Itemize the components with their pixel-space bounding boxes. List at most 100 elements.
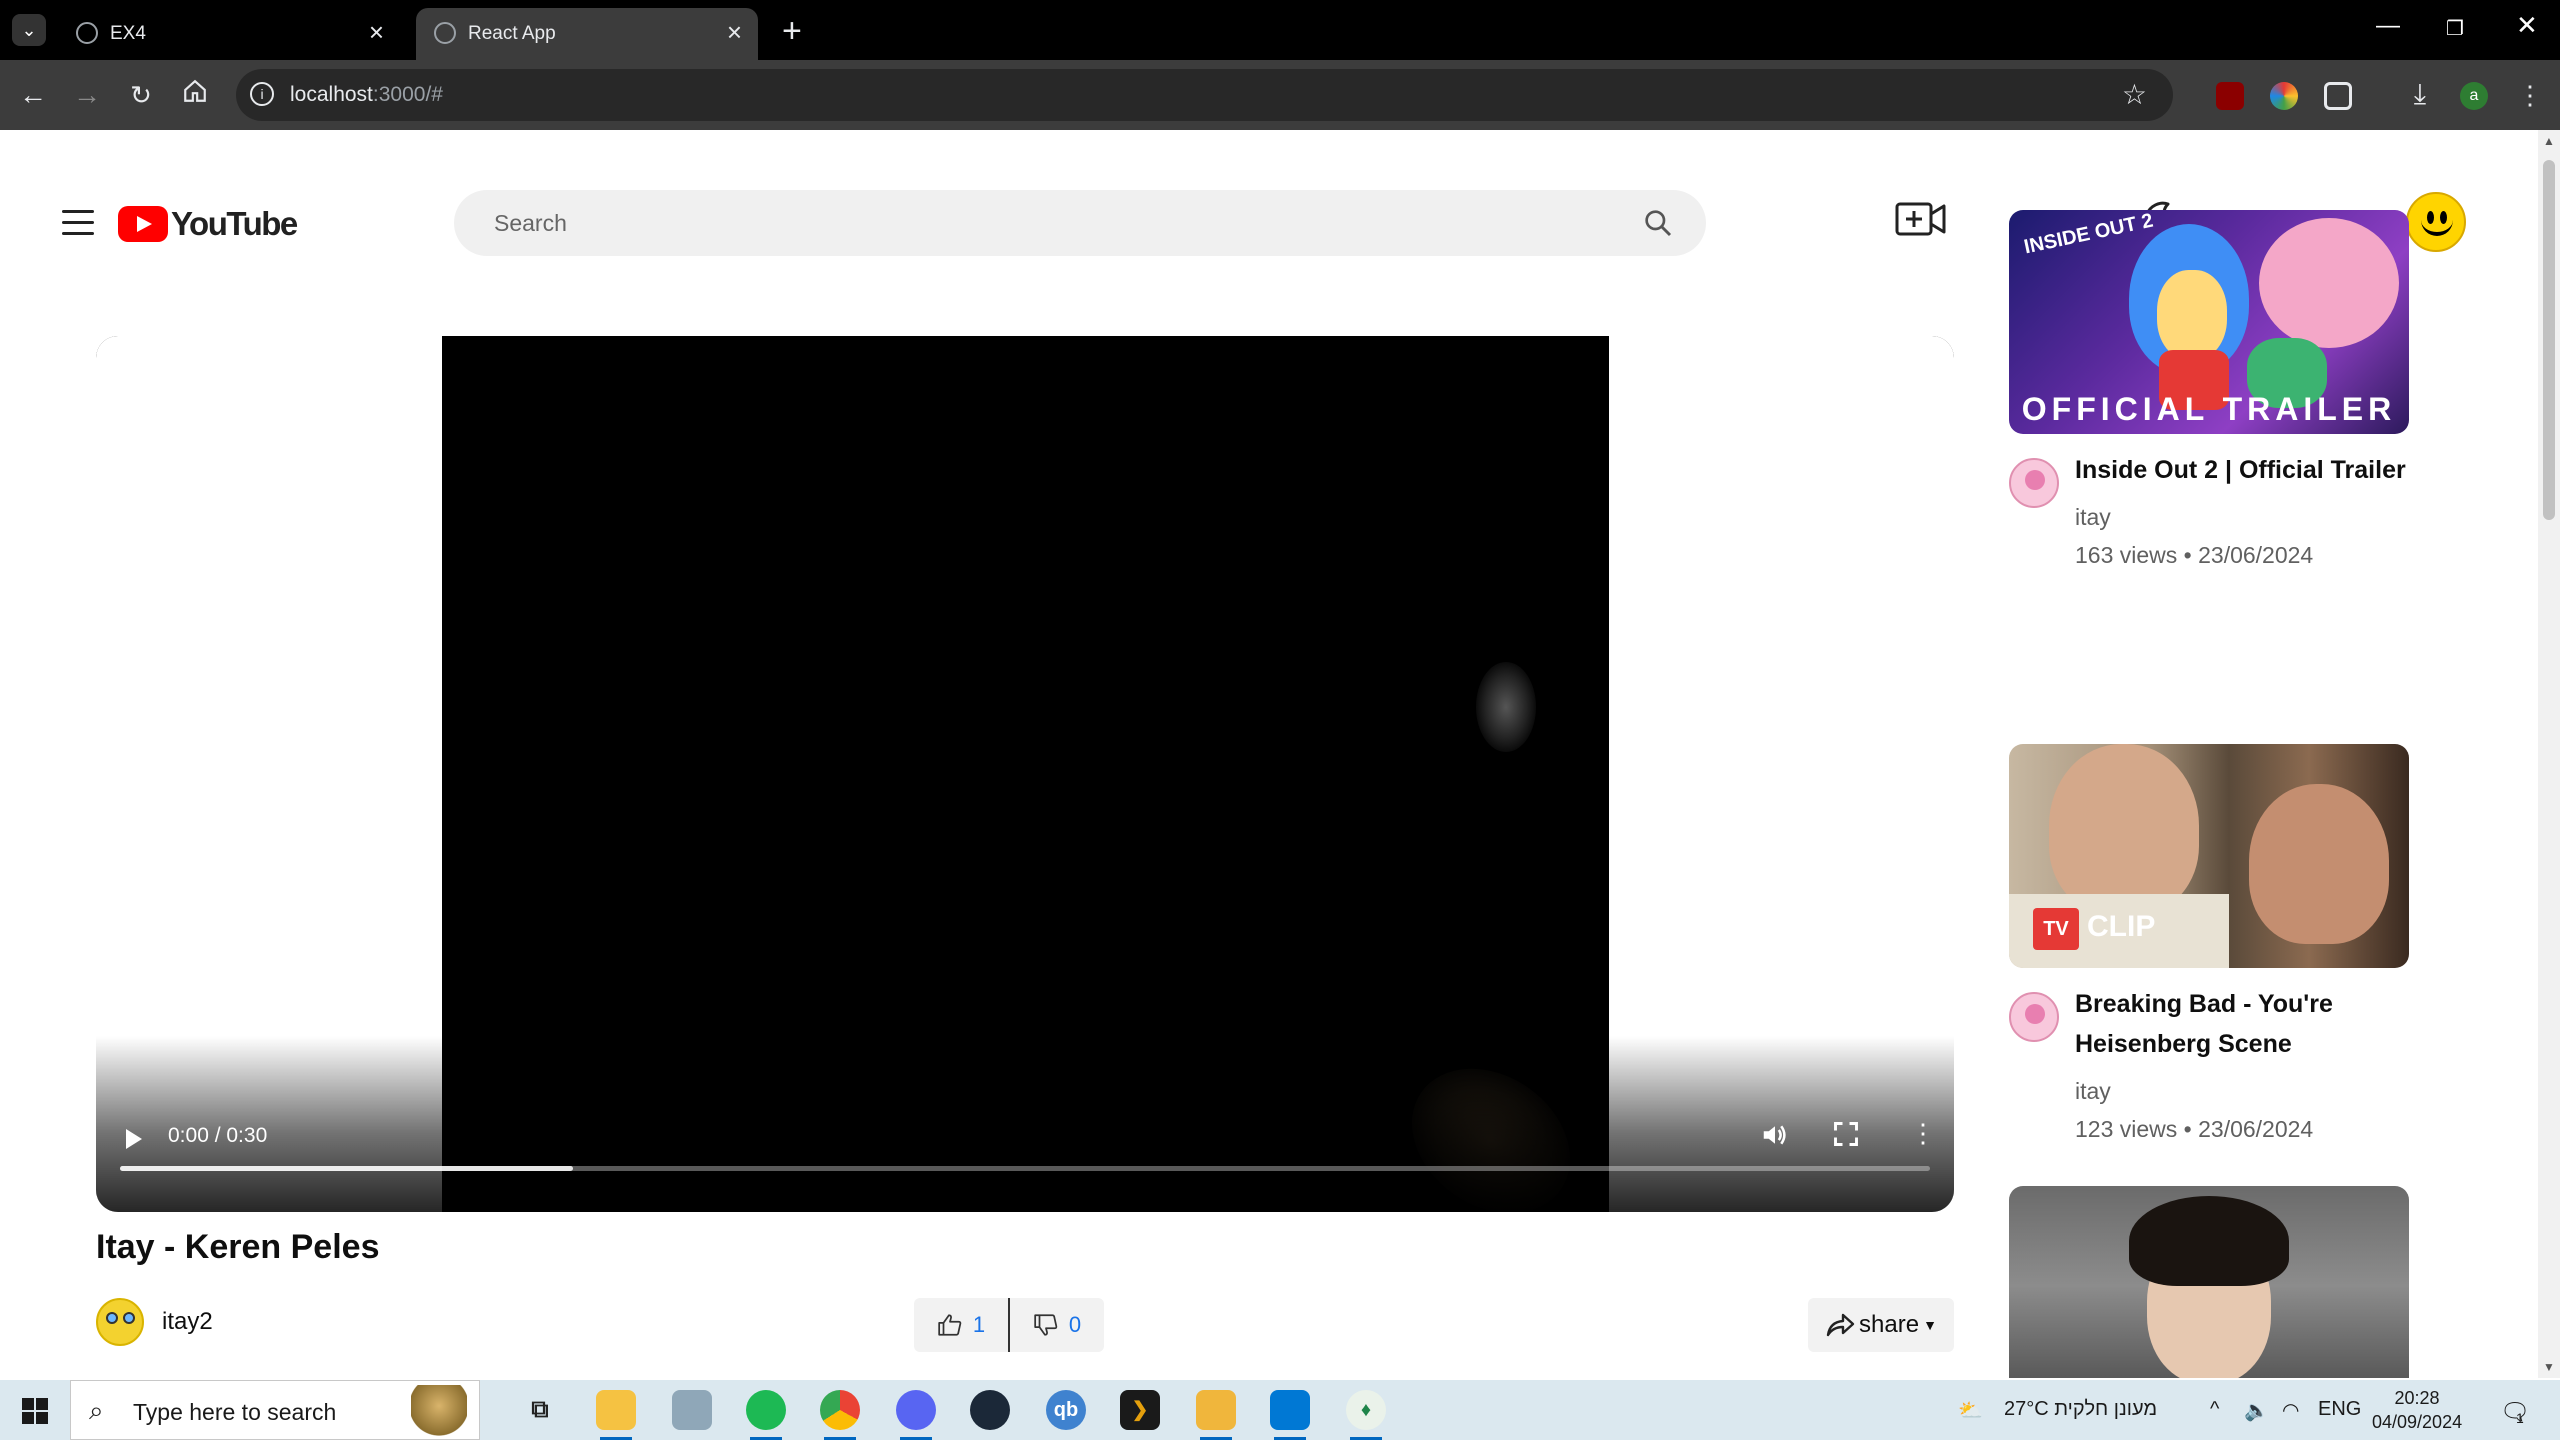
restore-button[interactable]: ❐ [2446,16,2464,41]
video-thumbnail[interactable]: INSIDE OUT 2 OFFICIAL TRAILER [2009,210,2409,434]
weather-icon[interactable]: ⛅ [1958,1398,1983,1423]
steam-icon[interactable] [970,1390,1010,1430]
url-text: localhost:3000/# [290,83,443,106]
fullscreen-icon[interactable] [1832,1120,1860,1148]
vscode-icon[interactable] [1270,1390,1310,1440]
file-explorer-icon[interactable] [596,1390,636,1440]
taskbar-clock[interactable]: 20:28 04/09/2024 [2372,1386,2462,1434]
dropdown-caret-icon: ▼ [1923,1317,1937,1333]
browser-menu-icon[interactable]: ⋮ [2516,82,2544,110]
extensions-puzzle-icon[interactable] [2324,82,2352,110]
taskbar-search-box[interactable]: ⌕ Type here to search [70,1380,480,1440]
video-progress-bar[interactable] [120,1166,1930,1171]
weather-text[interactable]: 27°C מעונן חלקית [2004,1398,2157,1421]
video-thumbnail[interactable] [2009,1186,2409,1378]
uploader-name[interactable]: itay2 [162,1308,213,1336]
recommendation-channel: itay [2075,1078,2111,1104]
task-view-icon[interactable]: ⧉ [520,1390,560,1430]
bookmark-star-icon[interactable]: ☆ [2122,78,2147,111]
search-icon[interactable] [1642,207,1674,239]
taskbar-search-text: Type here to search [133,1399,337,1425]
home-button[interactable] [176,76,214,114]
photos-app-icon[interactable] [672,1390,712,1430]
globe-icon [76,22,98,44]
progress-buffered [120,1166,573,1171]
notification-count: 1 [2516,1410,2524,1426]
share-arrow-icon [1826,1313,1855,1337]
dislike-count: 0 [1068,1312,1082,1337]
page-scrollbar[interactable]: ▲ ▼ [2538,130,2560,1378]
channel-avatar[interactable] [2009,992,2059,1042]
search-bar [454,190,1706,256]
tab-title: React App [468,23,556,44]
speaker-icon[interactable]: 🔈 [2244,1398,2269,1423]
browser-tab-bar: ⌄ EX4 × React App × + — ❐ ✕ [0,0,2560,60]
qbittorrent-icon[interactable]: qb [1046,1390,1086,1430]
tab-search-button[interactable]: ⌄ [12,14,46,46]
recommendation-title[interactable]: Inside Out 2 | Official Trailer [2075,450,2415,490]
more-options-icon[interactable]: ⋮ [1910,1118,1936,1149]
new-tab-button[interactable]: + [782,12,802,51]
close-window-button[interactable]: ✕ [2516,10,2538,41]
chrome-icon[interactable] [820,1390,860,1440]
thumbnail-logo: INSIDE OUT 2 [2022,210,2155,259]
volume-icon[interactable] [1760,1120,1790,1150]
search-highlight-image [411,1385,467,1437]
back-button[interactable]: ← [14,76,52,114]
video-thumbnail[interactable]: TV CLIP [2009,744,2409,968]
share-button[interactable]: share ▼ [1808,1298,1954,1352]
uploader-avatar[interactable] [96,1298,144,1346]
like-button[interactable]: 1 [914,1298,1008,1352]
mongodb-icon[interactable]: ♦ [1346,1390,1386,1440]
tray-chevron-icon[interactable]: ^ [2210,1398,2219,1421]
profile-avatar[interactable]: a [2460,82,2488,110]
like-count: 1 [972,1312,986,1337]
search-input[interactable] [494,206,1594,240]
close-tab-icon[interactable]: × [727,17,742,48]
youtube-logo[interactable]: YouTube [118,204,298,244]
tab-react-app[interactable]: React App × [416,8,758,60]
close-tab-icon[interactable]: × [369,17,384,48]
recommendation-card[interactable] [2009,1186,2409,1378]
recommendation-channel: itay [2075,504,2111,530]
tab-title: EX4 [110,23,146,44]
dislike-button[interactable]: 0 [1010,1298,1104,1352]
address-bar[interactable]: i localhost:3000/# ☆ [236,69,2173,121]
scrollbar-thumb[interactable] [2543,160,2555,520]
tab-ex4[interactable]: EX4 × [58,8,400,60]
upload-video-icon[interactable] [1894,198,1948,242]
recommendation-card[interactable]: TV CLIP Breaking Bad - You're Heisenberg… [2009,744,2409,1142]
video-player[interactable]: 0:00 / 0:30 ⋮ [96,336,1954,1212]
plex-icon[interactable]: ❯ [1120,1390,1160,1430]
youtube-play-icon [118,206,168,242]
spotify-icon[interactable] [746,1390,786,1440]
discord-icon[interactable] [896,1390,936,1440]
wifi-icon[interactable]: ◠ [2282,1398,2299,1423]
browser-toolbar: ← → ↻ i localhost:3000/# ☆ ⤓ a ⋮ [0,60,2560,130]
site-info-icon[interactable]: i [250,82,274,106]
start-windows-icon[interactable] [22,1398,48,1424]
app-folder-icon[interactable] [1196,1390,1236,1440]
recommendation-meta: 163 views • 23/06/2024 [2075,542,2314,568]
play-icon[interactable] [126,1129,142,1149]
channel-avatar[interactable] [2009,458,2059,508]
web-page: YouTube 0:00 / 0:30 ⋮ Itay - Keren Peles [0,130,2538,1378]
recommendation-title[interactable]: Breaking Bad - You're Heisenberg Scene [2075,984,2415,1064]
recommendation-card[interactable]: INSIDE OUT 2 OFFICIAL TRAILER Inside Out… [2009,210,2409,568]
menu-hamburger-icon[interactable] [62,210,94,236]
language-indicator[interactable]: ENG [2318,1398,2361,1421]
minimize-button[interactable]: — [2376,12,2400,40]
color-extension-icon[interactable] [2270,82,2298,110]
user-avatar-smiley-icon[interactable] [2406,192,2466,252]
search-icon: ⌕ [89,1395,104,1425]
thumbnail-caption: CLIP [2087,910,2156,943]
download-icon[interactable]: ⤓ [2406,80,2434,110]
like-dislike-group: 1 0 [914,1298,1104,1352]
reload-button[interactable]: ↻ [122,76,160,114]
video-frame-highlight [1476,662,1536,752]
thumbnail-caption: OFFICIAL TRAILER [2021,391,2397,427]
forward-button[interactable]: → [68,76,106,114]
ublock-extension-icon[interactable] [2216,82,2244,110]
video-time: 0:00 / 0:30 [168,1124,268,1147]
recommendation-meta: 123 views • 23/06/2024 [2075,1116,2314,1142]
